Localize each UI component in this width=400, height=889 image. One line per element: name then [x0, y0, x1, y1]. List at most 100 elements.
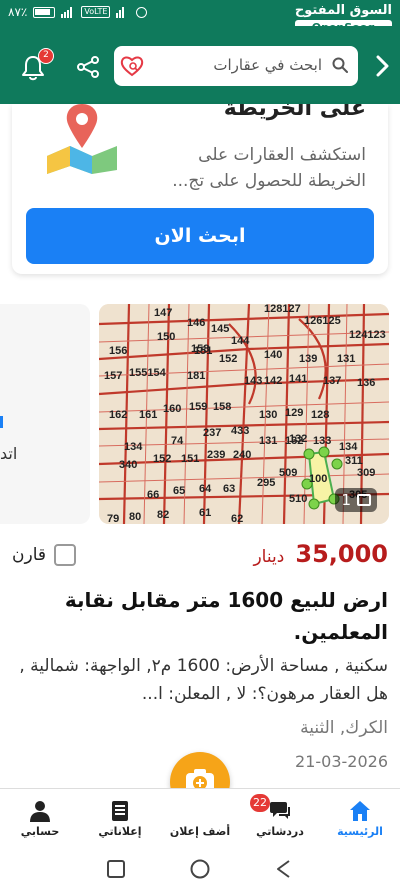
chevron-right-icon[interactable] [372, 54, 392, 78]
plot-number-label: 162 [109, 409, 127, 421]
nav-add-ad-label: أضف إعلان [169, 825, 231, 838]
plot-number-label: 141 [289, 373, 307, 385]
plot-number-label: 142 [264, 375, 282, 387]
plot-number-label: 240 [233, 449, 251, 461]
nav-add-ad[interactable]: أضف إعلان [160, 789, 240, 851]
plot-number-label: 509 [279, 467, 297, 479]
plot-number-label: 151 [194, 345, 212, 357]
plot-number-label: 143 [244, 375, 262, 387]
plot-number-label: 65 [173, 485, 185, 497]
checkbox-box[interactable] [54, 544, 76, 566]
share-icon[interactable] [76, 55, 100, 79]
nav-home-label: الرئيسية [337, 825, 383, 838]
listing-card[interactable]: اتد 147 146 145 128127 126125 124123 156 150 144… [0, 274, 400, 780]
brand-arabic: السوق المفتوح [294, 3, 392, 18]
plot-number-label: 158 [213, 401, 231, 413]
whatsapp-icon [136, 6, 148, 18]
plot-number-label: 133 [313, 435, 331, 447]
plot-number-label: 130 [259, 409, 277, 421]
plot-number-label: 140 [264, 349, 282, 361]
back-icon[interactable] [273, 858, 295, 880]
search-icon [332, 57, 348, 73]
listing-description: سكنية , مساحة الأرض: 1600 م٢, الواجهة: ش… [19, 656, 388, 704]
plot-number-label: 139 [299, 353, 317, 365]
search-input[interactable]: ابحث في عقارات [114, 46, 358, 86]
notifications-button[interactable]: 2 [20, 48, 54, 82]
app-header: ابحث في عقارات 2 [0, 26, 400, 104]
plot-number-label: 144 [231, 335, 250, 347]
listing-title[interactable]: ارض للبيع 1600 متر مقابل نقابة المعلمين. [12, 584, 388, 648]
bottom-navigation: الرئيسية دردشاتي أضف إعلان إعلاناتي حساب… [0, 788, 400, 850]
volte-icon: VoLTE [81, 6, 111, 18]
plot-number-label: 239 [207, 449, 225, 461]
plot-number-label: 136 [357, 377, 375, 389]
plot-number-label: 157 [104, 370, 122, 382]
price-row: 35,000 دينار قارن [0, 538, 400, 570]
nav-account-label: حسابي [20, 825, 60, 838]
plot-number-label: 80 [129, 511, 141, 523]
listing-image[interactable]: 147 146 145 128127 126125 124123 156 150 144 158 1… [99, 304, 389, 524]
search-now-button[interactable]: ابحث الان [26, 208, 374, 264]
plot-number-label: 309 [357, 467, 375, 479]
plot-number-label: 152 [219, 353, 237, 365]
plot-number-label: 131 [259, 435, 277, 447]
plot-number-label: 79 [107, 513, 119, 524]
price-amount: 35,000 [295, 540, 388, 568]
status-icons: ٨٧٪ VoLTE [8, 5, 148, 19]
plot-number-label: 156 [109, 345, 127, 357]
plot-number-label: 160 [163, 403, 181, 415]
compare-checkbox[interactable]: قارن [12, 544, 76, 566]
wifi-icon [116, 6, 130, 18]
map-promo-title: على الخريطة [223, 104, 366, 121]
user-icon [30, 801, 50, 822]
plot-number-label: 510 [289, 493, 307, 505]
saved-search-heart-icon[interactable] [120, 55, 144, 77]
plot-number-label: 147 [154, 307, 172, 319]
plot-number-label: 128 [311, 409, 329, 421]
plot-number-label: 131 [337, 353, 355, 365]
home-system-icon[interactable] [189, 858, 211, 880]
plot-number-label: 146 [187, 317, 205, 329]
nav-home[interactable]: الرئيسية [320, 789, 400, 851]
plot-number-label: 433 [231, 425, 249, 437]
plot-number-label: 181 [187, 370, 205, 382]
map-promo-description: استكشف العقارات على الخريطة للحصول على ت… [172, 145, 366, 191]
plot-number-label: 100 [309, 473, 327, 485]
adjacent-listing-card[interactable]: اتد [0, 304, 90, 524]
plot-number-label: 150 [157, 331, 175, 343]
battery-percent: ٨٧٪ [8, 5, 28, 19]
plot-number-label: 128127 [264, 304, 301, 315]
system-navigation-bar [0, 850, 400, 889]
plot-number-label: 132 [285, 435, 303, 447]
plot-number-label: 124123 [349, 329, 386, 341]
image-count-badge: 1 [335, 488, 377, 512]
map-search-promo-card: على الخريطة استكشف العقارات على الخريطة … [12, 104, 388, 274]
nav-my-ads[interactable]: إعلاناتي [80, 789, 160, 851]
adjacent-listing-text: اتد [0, 444, 18, 463]
home-icon [350, 801, 370, 821]
plot-number-label: 340 [119, 459, 137, 471]
plot-number-label: 134 [339, 441, 358, 453]
plot-number-label: 161 [139, 409, 157, 421]
plot-number-label: 237 [203, 427, 221, 439]
plot-number-label: 159 [189, 401, 207, 413]
plot-number-label: 126125 [304, 315, 341, 327]
status-bar: ٨٧٪ VoLTE السوق المفتوح OpenSooq [0, 0, 400, 35]
search-placeholder: ابحث في عقارات [213, 56, 322, 74]
nav-chats-label: دردشاتي [256, 825, 304, 838]
compare-label: قارن [12, 545, 46, 565]
plot-number-label: 311 [345, 455, 363, 467]
nav-account[interactable]: حسابي [0, 789, 80, 851]
recent-apps-icon[interactable] [105, 858, 127, 880]
plot-number-label: 137 [323, 375, 341, 387]
plot-number-label: 61 [199, 507, 211, 519]
plot-number-label: 62 [231, 513, 243, 524]
plot-number-label: 295 [257, 477, 275, 489]
chat-icon [270, 802, 290, 819]
signal-icon [61, 6, 75, 18]
image-count: 1 [341, 491, 351, 509]
battery-icon [33, 6, 56, 18]
plot-number-label: 82 [157, 509, 169, 521]
map-pin-illustration-icon [47, 104, 117, 174]
price: 35,000 دينار [253, 540, 388, 568]
